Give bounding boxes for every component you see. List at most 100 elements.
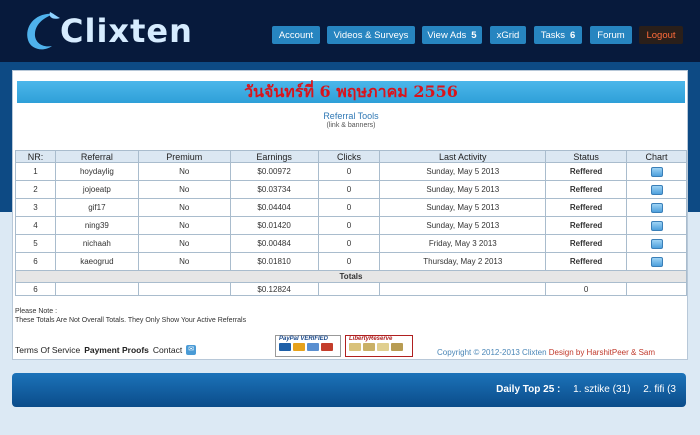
cell-status: Reffered [545, 198, 628, 217]
design-credit[interactable]: Design by HarshitPeer & Sam [549, 348, 655, 357]
chart-icon[interactable] [650, 238, 663, 249]
referrals-table: NR: Referral Premium Earnings Clicks Las… [15, 150, 687, 296]
note-text: These Totals Are Not Overall Totals. The… [15, 317, 247, 324]
daily-top-item[interactable]: 2. fifi (3 [643, 384, 676, 395]
totals-empty [54, 282, 139, 296]
card-icon [377, 343, 389, 351]
daily-top-label: Daily Top 25 : [496, 384, 561, 395]
date-banner: วันจันทร์ที่ 6 พฤษภาคม 2556 [17, 81, 685, 103]
referral-tools-subtitle: (link & banners) [326, 122, 376, 129]
cell-chart [626, 162, 687, 181]
daily-top-bar: Daily Top 25 : 1. sztike (31) 2. fifi (3 [12, 373, 686, 407]
totals-empty [317, 282, 381, 296]
cell-last-activity: Thursday, May 2 2013 [379, 252, 547, 271]
nav-xgrid[interactable]: xGrid [490, 26, 526, 44]
tasks-count-badge: 6 [570, 29, 576, 41]
totals-row: 6 $0.12824 0 [15, 282, 687, 296]
cell-status: Reffered [545, 162, 628, 181]
cell-last-activity: Sunday, May 5 2013 [379, 216, 547, 235]
totals-note: Please Note : These Totals Are Not Overa… [15, 307, 246, 325]
nav-tasks[interactable]: Tasks 6 [534, 26, 582, 44]
card-icon [321, 343, 333, 351]
totals-empty [137, 282, 231, 296]
chart-icon[interactable] [650, 256, 663, 267]
liberty-cards [346, 343, 412, 351]
col-header-earnings: Earnings [229, 150, 319, 163]
cell-referral: hoydaylig [54, 162, 139, 181]
table-row: 6 kaeogrud No $0.01810 0 Thursday, May 2… [15, 252, 687, 271]
chart-icon[interactable] [650, 184, 663, 195]
cell-last-activity: Sunday, May 5 2013 [379, 180, 547, 199]
nav-videos-label: Videos & Surveys [333, 29, 409, 41]
logout-button[interactable]: Logout [639, 26, 683, 44]
col-header-clicks: Clicks [317, 150, 381, 163]
card-icon [307, 343, 319, 351]
logout-label: Logout [646, 29, 676, 41]
totals-count: 6 [15, 282, 56, 296]
cell-referral: gif17 [54, 198, 139, 217]
cell-nr: 6 [15, 252, 56, 271]
cell-premium: No [137, 198, 231, 217]
cell-last-activity: Sunday, May 5 2013 [379, 198, 547, 217]
terms-link[interactable]: Terms Of Service [15, 345, 80, 355]
payment-proofs-link[interactable]: Payment Proofs [84, 345, 149, 355]
daily-top-item[interactable]: 1. sztike (31) [573, 384, 630, 395]
table-row: 3 gif17 No $0.04404 0 Sunday, May 5 2013… [15, 198, 687, 217]
chart-icon[interactable] [650, 202, 663, 213]
col-header-last-activity: Last Activity [379, 150, 547, 163]
col-header-status: Status [545, 150, 628, 163]
totals-empty [626, 282, 687, 296]
cell-earnings: $0.01420 [229, 216, 319, 235]
paypal-verified-badge: PayPal VERIFIED [275, 335, 341, 357]
logo-text: Clixten [60, 12, 193, 50]
referral-tools-link[interactable]: Referral Tools [13, 111, 689, 121]
nav-account[interactable]: Account [272, 26, 320, 44]
view-ads-count-badge: 5 [471, 29, 477, 41]
col-header-chart: Chart [626, 150, 687, 163]
chart-icon[interactable] [650, 220, 663, 231]
nav-videos-surveys[interactable]: Videos & Surveys [327, 26, 415, 44]
cell-clicks: 0 [317, 180, 381, 199]
cell-earnings: $0.04404 [229, 198, 319, 217]
nav-forum-label: Forum [597, 29, 625, 41]
contact-icon[interactable]: ✉ [186, 345, 197, 355]
nav-forum[interactable]: Forum [590, 26, 632, 44]
cell-earnings: $0.01810 [229, 252, 319, 271]
table-row: 1 hoydaylig No $0.00972 0 Sunday, May 5 … [15, 162, 687, 181]
cell-chart [626, 252, 687, 271]
cell-clicks: 0 [317, 234, 381, 253]
cell-last-activity: Friday, May 3 2013 [379, 234, 547, 253]
nav-account-label: Account [278, 29, 314, 41]
cell-referral: nichaah [54, 234, 139, 253]
card-icon [363, 343, 375, 351]
cell-chart [626, 216, 687, 235]
cell-referral: jojoeatp [54, 180, 139, 199]
table-row: 5 nichaah No $0.00484 0 Friday, May 3 20… [15, 234, 687, 253]
table-row: 2 jojoeatp No $0.03734 0 Sunday, May 5 2… [15, 180, 687, 199]
cell-status: Reffered [545, 234, 628, 253]
date-text: วันจันทร์ที่ 6 พฤษภาคม 2556 [244, 81, 458, 101]
nav-xgrid-label: xGrid [496, 29, 520, 41]
nav-view-ads-label: View Ads [427, 29, 467, 41]
cell-last-activity: Sunday, May 5 2013 [379, 162, 547, 181]
totals-earnings: $0.12824 [229, 282, 319, 296]
table-row: 4 ning39 No $0.01420 0 Sunday, May 5 201… [15, 216, 687, 235]
card-icon [279, 343, 291, 351]
nav-view-ads[interactable]: View Ads 5 [422, 26, 482, 44]
footer-links: Terms Of Service Payment Proofs Contact … [15, 345, 197, 355]
cell-premium: No [137, 216, 231, 235]
note-title: Please Note : [15, 308, 58, 315]
cell-clicks: 0 [317, 216, 381, 235]
cell-referral: ning39 [54, 216, 139, 235]
paypal-cards [276, 343, 340, 351]
logo[interactable]: Clixten [20, 6, 193, 56]
cell-earnings: $0.00484 [229, 234, 319, 253]
chart-icon[interactable] [650, 166, 663, 177]
nav-tasks-label: Tasks [540, 29, 565, 41]
cell-chart [626, 180, 687, 199]
contact-link[interactable]: Contact [153, 345, 182, 355]
card-icon [391, 343, 403, 351]
cell-premium: No [137, 162, 231, 181]
cell-status: Reffered [545, 180, 628, 199]
copyright-text: Copyright © 2012-2013 Clixten [437, 348, 547, 357]
